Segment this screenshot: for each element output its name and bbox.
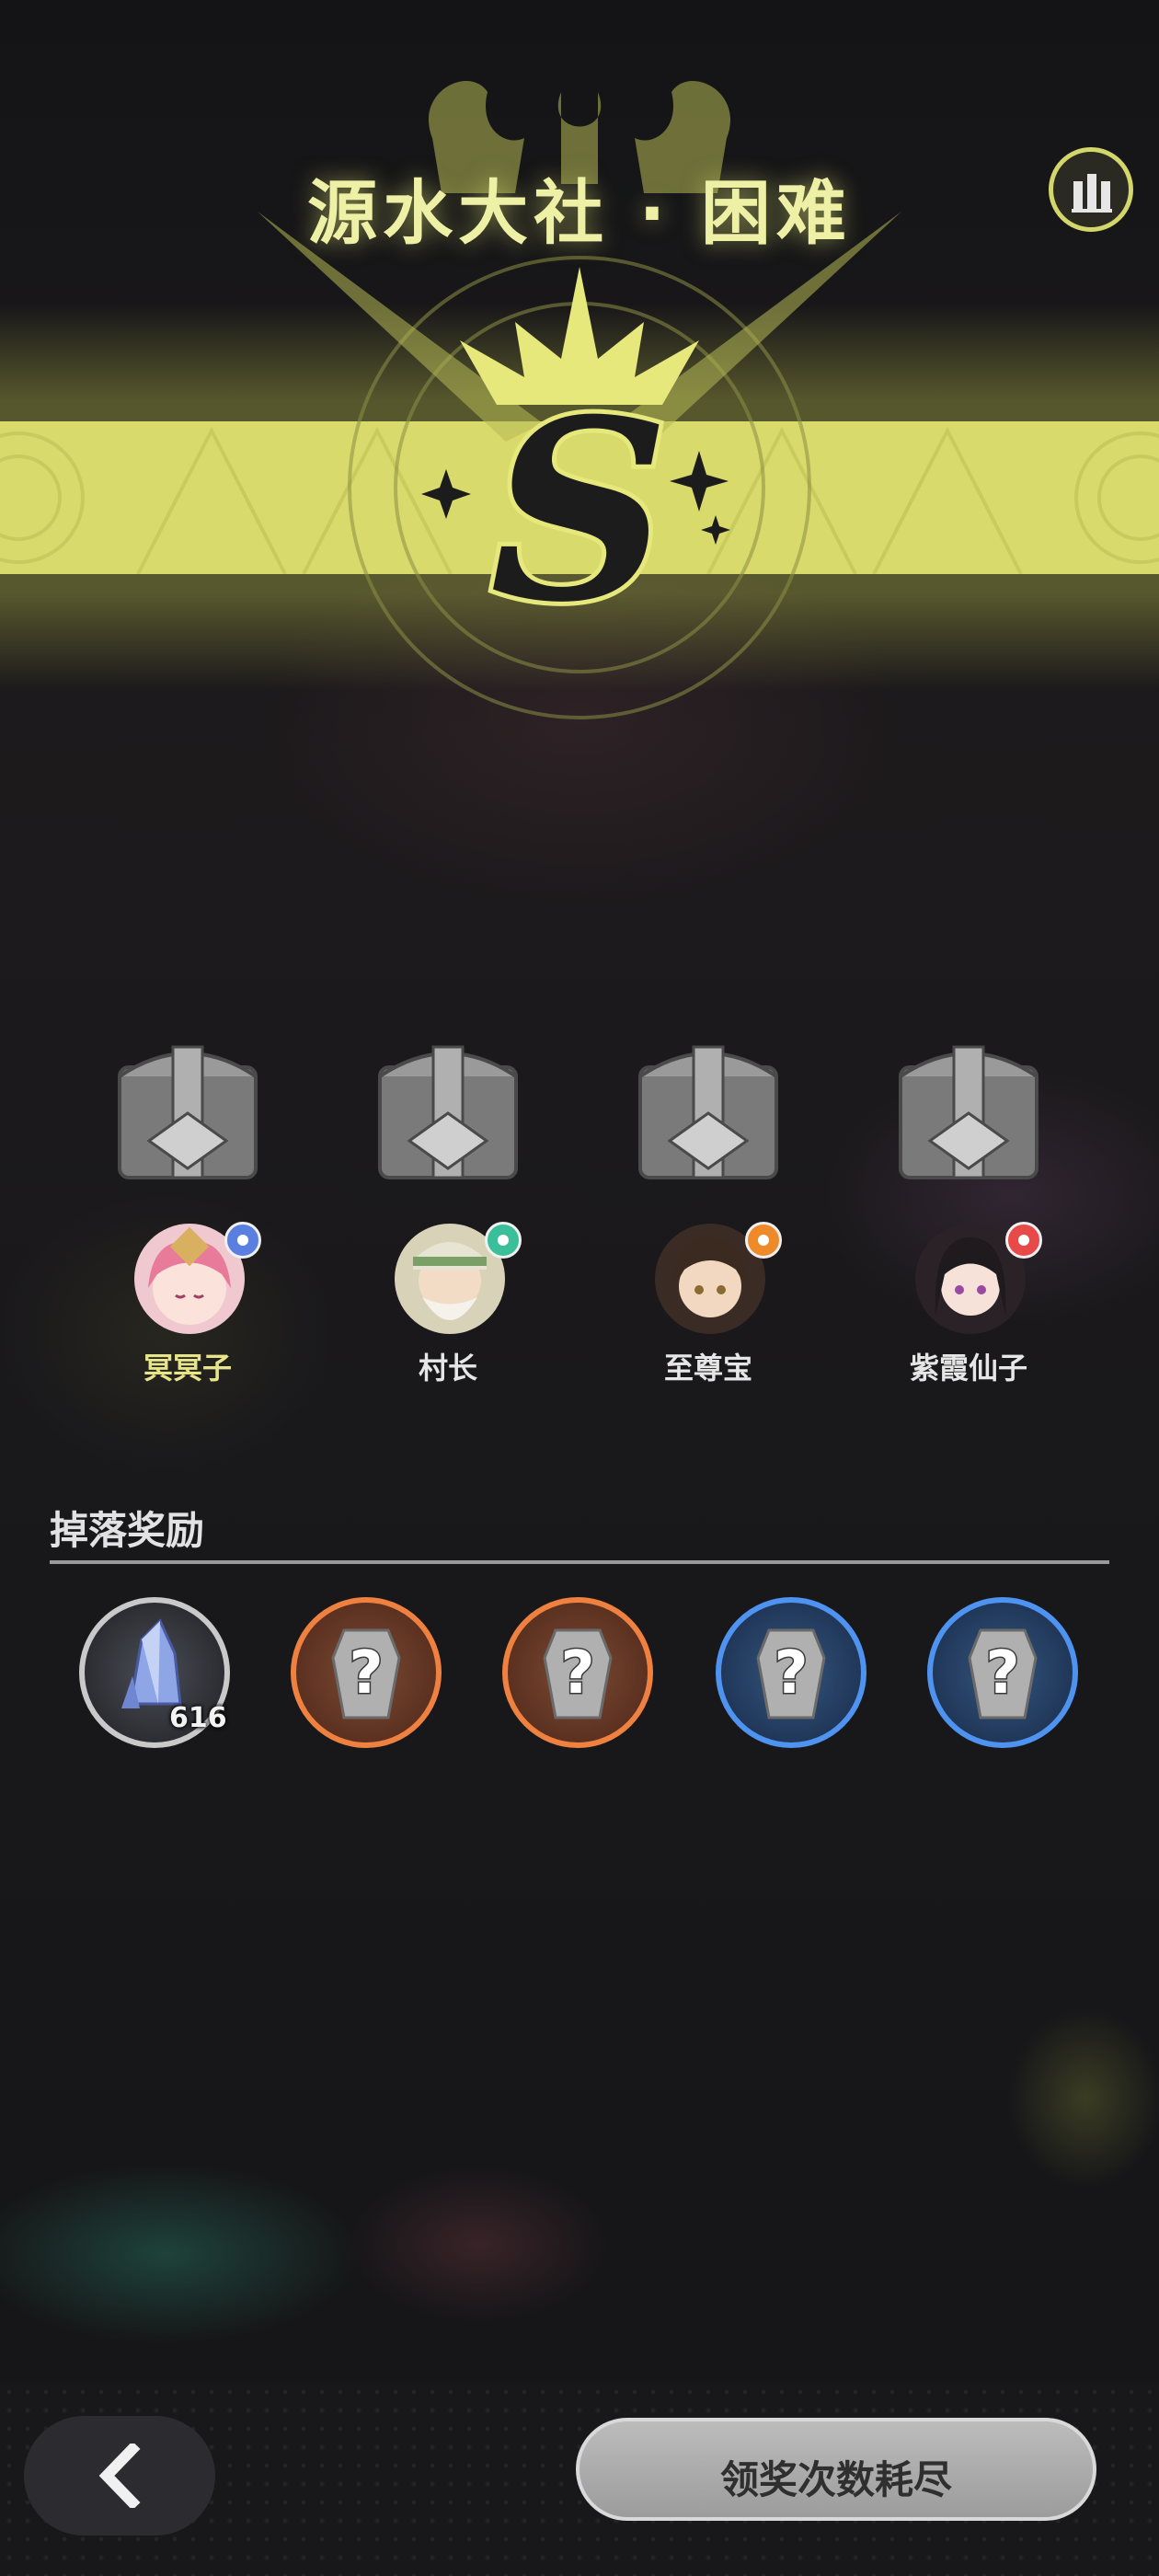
svg-text:?: ?	[985, 1639, 1019, 1708]
svg-text:S: S	[490, 364, 670, 657]
element-wind-icon	[485, 1222, 522, 1259]
mystery-armor-icon: ?	[968, 1628, 1038, 1719]
element-fire-red-icon	[1005, 1222, 1042, 1259]
stage-title: 源水大社 · 困难	[307, 172, 852, 254]
reward-item[interactable]: ?	[716, 1597, 866, 1748]
svg-text:?: ?	[349, 1639, 383, 1708]
claim-button-label: 领奖次数耗尽	[719, 2457, 952, 2502]
back-arrow-icon	[98, 2444, 141, 2508]
chest-icon	[899, 1045, 1039, 1179]
element-fire-icon	[745, 1222, 782, 1259]
element-water-icon	[224, 1222, 261, 1259]
member-name: 紫霞仙子	[909, 1351, 1027, 1386]
leaderboard-button[interactable]	[1049, 147, 1133, 232]
reward-quantity: 616	[169, 1702, 227, 1734]
reward-item[interactable]: ?	[927, 1597, 1078, 1748]
leaderboard-icon	[1072, 174, 1112, 213]
member-name: 冥冥子	[143, 1351, 232, 1386]
claim-reward-button[interactable]: 领奖次数耗尽	[576, 2418, 1096, 2521]
reward-item[interactable]: ?	[291, 1597, 442, 1748]
svg-text:?: ?	[560, 1639, 594, 1708]
chest-icon	[638, 1045, 778, 1179]
member-name: 至尊宝	[663, 1351, 752, 1386]
back-button[interactable]	[24, 2416, 215, 2536]
rewards-divider	[50, 1560, 1109, 1564]
svg-text:?: ?	[774, 1639, 808, 1708]
chest-icon	[378, 1045, 518, 1179]
rank-letter: S	[486, 360, 674, 661]
mystery-armor-icon: ?	[756, 1628, 826, 1719]
reward-item[interactable]: 616	[79, 1597, 230, 1748]
rewards-title: 掉落奖励	[50, 1508, 205, 1553]
member-name: 村长	[418, 1351, 477, 1386]
chest-icon	[118, 1045, 258, 1179]
reward-item[interactable]: ?	[502, 1597, 653, 1748]
mystery-armor-icon: ?	[331, 1628, 401, 1719]
mystery-armor-icon: ?	[543, 1628, 613, 1719]
